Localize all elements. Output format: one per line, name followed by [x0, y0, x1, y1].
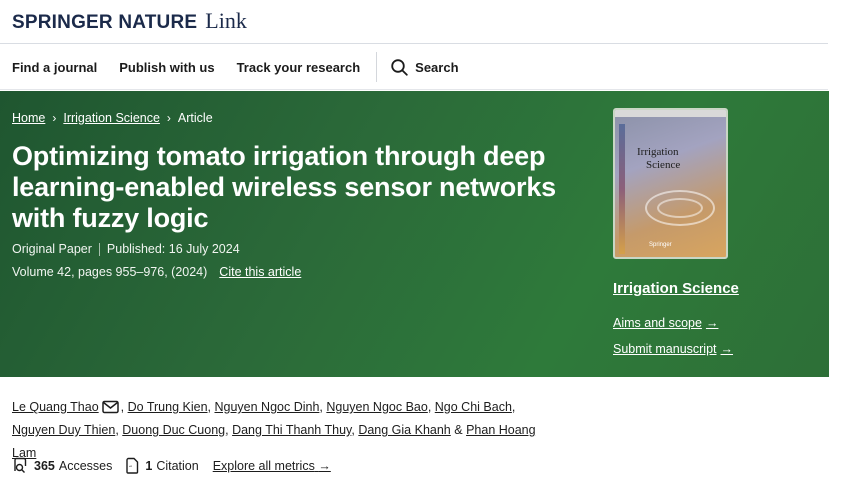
article-title: Optimizing tomato irrigation through dee… — [12, 141, 556, 233]
author-list: Le Quang Thao, Do Trung Kien, Nguyen Ngo… — [12, 400, 536, 460]
submit-manuscript-label: Submit manuscript — [613, 342, 717, 356]
main-nav: Find a journal Publish with us Track you… — [0, 45, 828, 90]
author-link[interactable]: Dang Gia Khanh — [358, 423, 450, 437]
author-link[interactable]: Dang Thi Thanh Thuy — [232, 423, 351, 437]
citation-icon: “ — [126, 457, 139, 474]
author-link[interactable]: Nguyen Ngoc Dinh — [214, 400, 319, 414]
cover-title-line1: Irrigation — [637, 146, 679, 158]
article-meta: Original Paper Published: 16 July 2024 — [12, 242, 240, 256]
citation-count: 1 — [145, 458, 153, 473]
citation-label: Citation — [156, 458, 199, 473]
cover-top-band — [615, 110, 726, 117]
author-link[interactable]: Nguyen Duy Thien — [12, 423, 115, 437]
accesses-icon — [14, 457, 27, 473]
aims-scope-link[interactable]: Aims and scope → — [613, 316, 718, 330]
meta-divider — [98, 242, 100, 256]
search-label: Search — [415, 59, 459, 75]
svg-text:“: “ — [129, 465, 132, 472]
author-link[interactable]: Duong Duc Cuong — [122, 423, 225, 437]
cover-strip — [619, 124, 625, 254]
breadcrumb: Home › Irrigation Science › Article — [12, 111, 213, 125]
nav-publish-with-us[interactable]: Publish with us — [119, 60, 214, 75]
article-hero: Home › Irrigation Science › Article Opti… — [0, 91, 829, 377]
springer-nature-link-logo[interactable]: Springer Nature Link — [12, 8, 247, 34]
explore-metrics-link[interactable]: Explore all metrics → — [213, 459, 331, 473]
published-date: Published: 16 July 2024 — [106, 242, 240, 256]
breadcrumb-home[interactable]: Home — [12, 111, 45, 125]
nav-track-research[interactable]: Track your research — [237, 60, 361, 75]
author-link[interactable]: Ngo Chi Bach — [435, 400, 512, 414]
arrow-right-icon: → — [318, 458, 331, 473]
journal-cover[interactable]: Irrigation Science Springer — [613, 108, 728, 259]
article-type: Original Paper — [12, 242, 92, 256]
logo-brand-text: Springer Nature — [12, 12, 198, 33]
chevron-right-icon: › — [52, 111, 57, 125]
breadcrumb-current: Article — [177, 111, 213, 125]
email-icon[interactable] — [101, 400, 119, 414]
journal-title-link[interactable]: Irrigation Science — [613, 280, 739, 297]
cover-title-line2: Science — [646, 159, 681, 171]
article-volume: Volume 42, pages 955–976, (2024) — [12, 265, 208, 279]
search-button[interactable]: Search — [391, 58, 459, 76]
logo-product-text: Link — [205, 8, 247, 33]
chevron-right-icon: › — [166, 111, 171, 125]
cover-title: Irrigation Science — [637, 146, 680, 172]
search-icon — [391, 58, 408, 76]
explore-metrics-label: Explore all metrics — [212, 458, 315, 473]
author-link[interactable]: Do Trung Kien — [128, 400, 208, 414]
arrow-right-icon: → — [720, 342, 734, 356]
aims-scope-label: Aims and scope — [613, 316, 702, 330]
nav-find-journal[interactable]: Find a journal — [12, 60, 97, 75]
article-volume-row: Volume 42, pages 955–976, (2024) Cite th… — [12, 265, 301, 279]
author-link[interactable]: Le Quang Thao — [12, 400, 99, 414]
accesses-count: 365 — [34, 458, 55, 473]
water-ripple-graphic-inner — [657, 198, 703, 218]
article-metrics: 365 Accesses “ 1 Citation Explore all me… — [12, 457, 331, 474]
nav-divider — [376, 52, 378, 82]
cite-article-link[interactable]: Cite this article — [219, 265, 301, 279]
cover-publisher: Springer — [649, 242, 672, 248]
author-ampersand: & — [454, 423, 463, 437]
submit-manuscript-link[interactable]: Submit manuscript → — [613, 342, 733, 356]
breadcrumb-journal[interactable]: Irrigation Science — [63, 111, 160, 125]
arrow-right-icon: → — [705, 316, 719, 330]
site-header: Springer Nature Link — [0, 0, 828, 44]
author-link[interactable]: Nguyen Ngoc Bao — [326, 400, 427, 414]
accesses-label: Accesses — [58, 458, 113, 473]
